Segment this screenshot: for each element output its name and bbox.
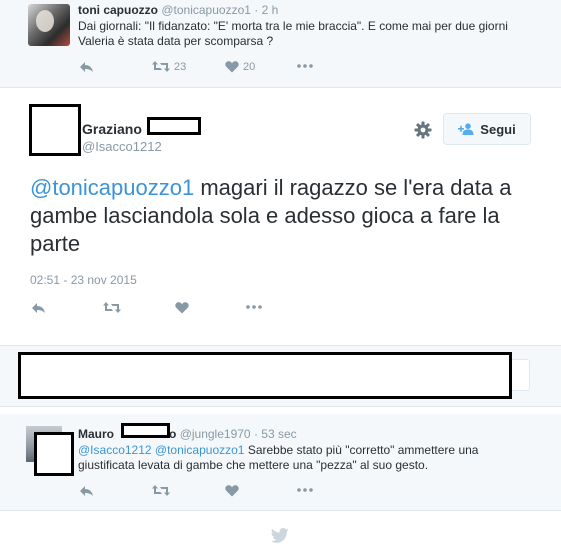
more-icon: [297, 488, 313, 492]
user-actions-button[interactable]: [414, 121, 432, 139]
parent-reply-button[interactable]: [79, 61, 94, 73]
parent-like-button[interactable]: 20: [225, 60, 255, 73]
retweet-icon: [103, 302, 121, 313]
reply-tweet-retweet-button[interactable]: [152, 484, 170, 497]
reply-author-name-start[interactable]: Mauro: [78, 427, 114, 441]
parent-author-avatar[interactable]: [28, 4, 70, 46]
reply-author-handle[interactable]: @jungle1970: [180, 427, 251, 441]
reply-input[interactable]: [18, 352, 512, 399]
more-icon: [297, 64, 313, 68]
retweet-icon: [152, 485, 170, 496]
redaction-box: [121, 423, 170, 438]
add-user-icon: [458, 123, 474, 135]
redaction-box: [34, 432, 74, 476]
tweet-timestamp[interactable]: 02:51 - 23 nov 2015: [30, 273, 137, 287]
focused-more-button[interactable]: [246, 305, 262, 309]
reply-icon: [32, 303, 45, 313]
reply-author-name-end[interactable]: o: [169, 427, 176, 441]
focused-tweet-text: @tonicapuozzo1 magari il ragazzo se l'er…: [30, 174, 550, 258]
focused-author-name[interactable]: Graziano: [82, 121, 142, 137]
retweet-icon: [152, 61, 170, 72]
twitter-bird-icon: [271, 528, 289, 543]
parent-retweet-button[interactable]: 23: [152, 60, 186, 73]
parent-tweet-time[interactable]: 2 h: [262, 3, 279, 17]
retweet-count: 23: [174, 60, 187, 73]
focused-like-button[interactable]: [175, 301, 189, 314]
parent-more-button[interactable]: [297, 64, 313, 68]
like-icon: [225, 61, 239, 73]
parent-author-name[interactable]: toni capuozzo: [78, 3, 158, 17]
parent-tweet-header: toni capuozzo @tonicapuozzo1 · 2 h: [78, 3, 278, 17]
focused-reply-button[interactable]: [31, 302, 46, 314]
separator-dot: ·: [254, 3, 259, 17]
like-count: 20: [243, 60, 256, 73]
focused-author-handle[interactable]: @Isacco1212: [82, 139, 162, 154]
redaction-box: [147, 117, 201, 135]
reply-tweet-header: Mauro o @jungle1970 · 53 sec: [78, 427, 297, 441]
follow-button-label: Segui: [480, 121, 516, 137]
reply-icon: [80, 486, 93, 496]
reply-tweet-like-button[interactable]: [225, 484, 239, 497]
reply-tweet-reply-button[interactable]: [79, 485, 94, 497]
mention-link[interactable]: @tonicapuozzo1: [155, 443, 245, 457]
focused-retweet-button[interactable]: [103, 301, 121, 314]
like-icon: [175, 302, 189, 314]
more-icon: [246, 305, 262, 309]
separator-dot: ·: [253, 427, 258, 441]
like-icon: [225, 485, 239, 497]
parent-author-handle[interactable]: @tonicapuozzo1: [161, 3, 251, 17]
parent-tweet-text: Dai giornali: "Il fidanzato: "E' morta t…: [78, 19, 508, 48]
mention-link[interactable]: @Isacco1212: [78, 443, 152, 457]
reply-tweet-time[interactable]: 53 sec: [261, 427, 296, 441]
mention-link[interactable]: @tonicapuozzo1: [30, 175, 194, 200]
gear-icon: [414, 121, 432, 139]
focused-author-avatar[interactable]: [29, 104, 81, 156]
reply-tweet-text: @Isacco1212 @tonicapuozzo1 Sarebbe stato…: [78, 443, 538, 473]
follow-button[interactable]: Segui: [443, 113, 531, 145]
reply-tweet-more-button[interactable]: [297, 488, 313, 492]
reply-icon: [80, 62, 93, 72]
